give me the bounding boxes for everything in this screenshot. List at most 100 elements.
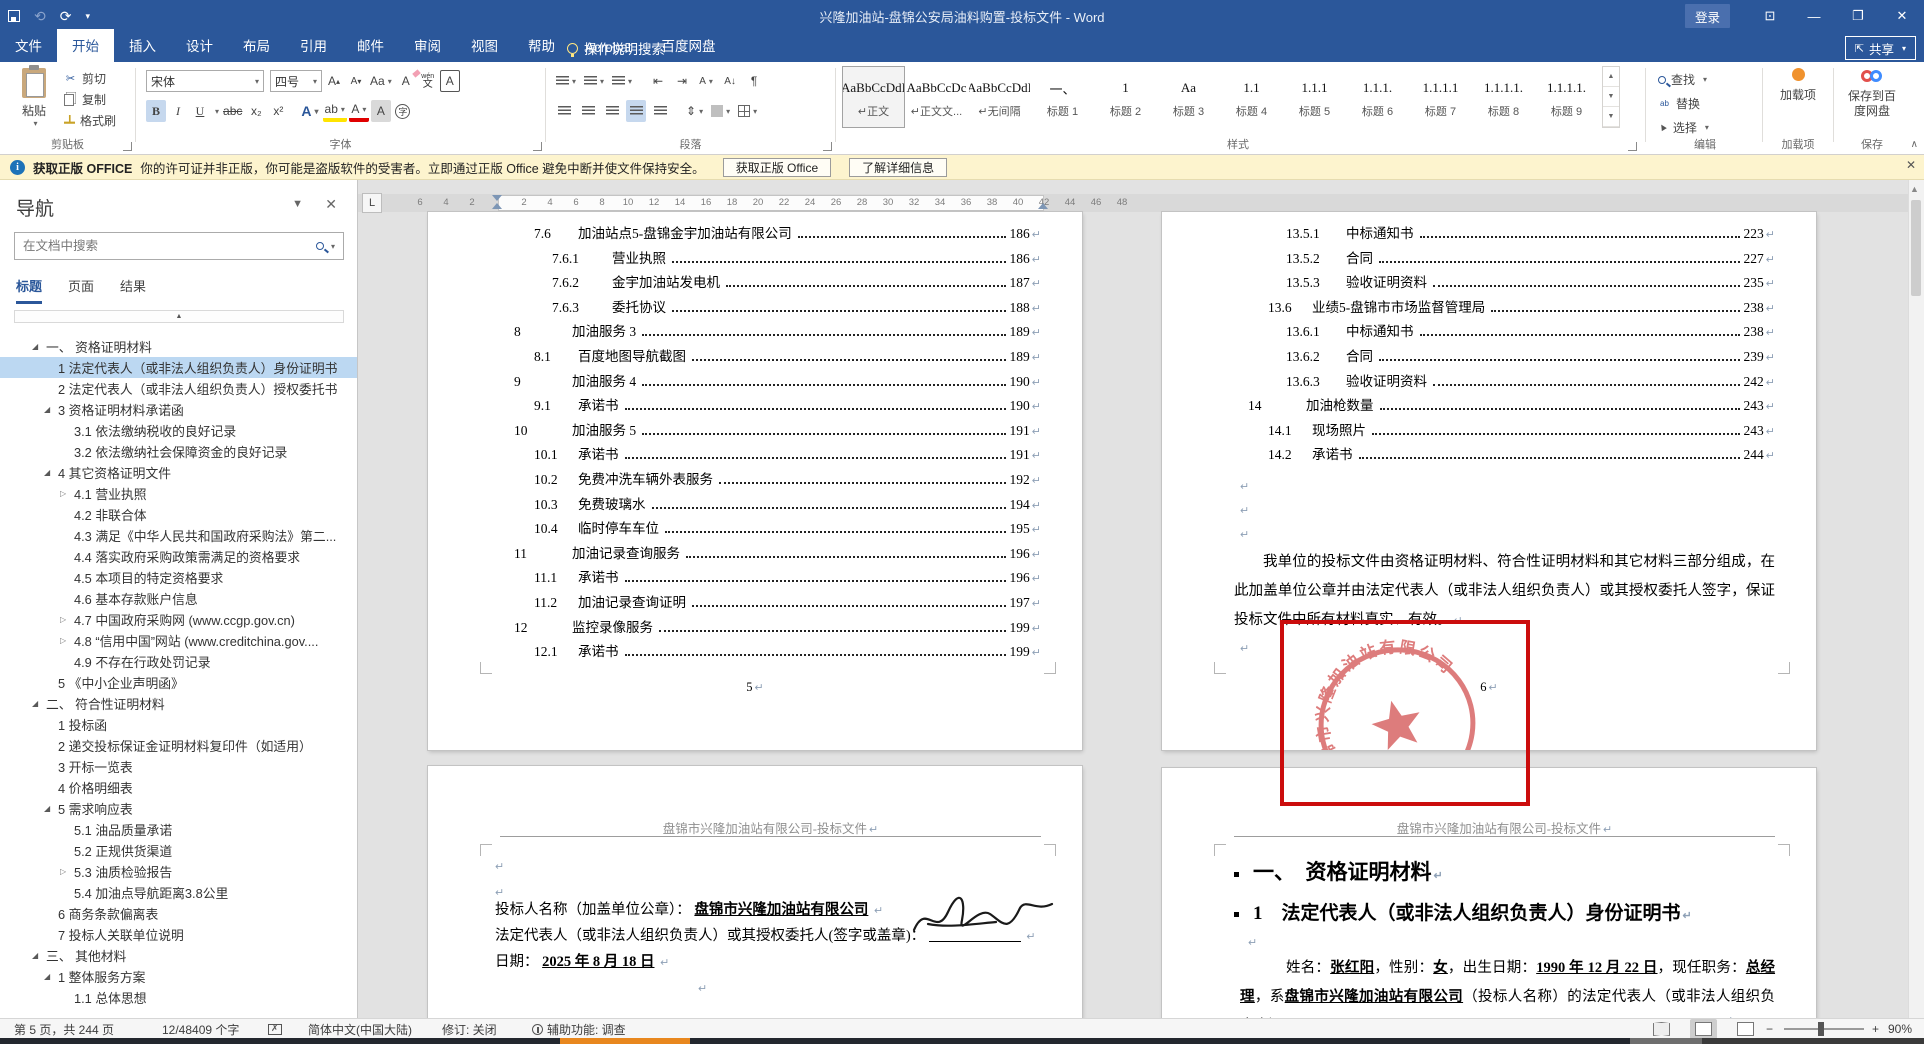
vertical-scrollbar[interactable]	[1908, 180, 1924, 1018]
page-7[interactable]: 盘锦市兴隆加油站有限公司-投标文件 ↵ ↵ ↵ 投标人名称（加盖单位公章）： 盘锦…	[428, 766, 1082, 1018]
customize-qat-icon[interactable]: ▾	[85, 11, 90, 21]
justify-button[interactable]	[626, 100, 646, 122]
accessibility-indicator[interactable]: 辅助功能: 调查	[532, 1019, 626, 1039]
toc-entry[interactable]: 14.2 承诺书 244 ↵	[1234, 443, 1775, 468]
nav-item[interactable]: 5.2 正规供货渠道	[0, 840, 357, 861]
gallery-up-icon[interactable]: ▲	[1603, 67, 1619, 87]
nav-item[interactable]: 4.8 “信用中国”网站 (www.creditchina.gov....	[0, 630, 357, 651]
read-mode-button[interactable]	[1648, 1019, 1675, 1039]
ribbon-tab[interactable]: 设计	[171, 29, 228, 62]
nav-item[interactable]: 4.4 落实政府采购政策需满足的资格要求	[0, 546, 357, 567]
chevron-down-icon[interactable]: ▾	[331, 242, 335, 251]
toc-entry[interactable]: 10.1 承诺书 191 ↵	[500, 443, 1041, 468]
select-button[interactable]: ▲ 选择 ▾	[1656, 117, 1709, 138]
ribbon-display-options-icon[interactable]: ⊡	[1748, 0, 1792, 32]
shrink-font-button[interactable]: A ▾	[346, 70, 366, 92]
nav-item[interactable]: 4 价格明细表	[0, 777, 357, 798]
nav-item[interactable]: 二、 符合性证明材料	[0, 693, 357, 714]
search-icon[interactable]	[315, 242, 324, 250]
zoom-level[interactable]: 90%	[1888, 1019, 1912, 1039]
language-indicator[interactable]: 简体中文(中国大陆)	[308, 1019, 412, 1039]
toc-entry[interactable]: 10 加油服务 5 191 ↵	[500, 419, 1041, 444]
style-item[interactable]: 1.1.1.1. 标题 8	[1472, 66, 1535, 128]
zoom-slider[interactable]	[1784, 1028, 1864, 1030]
expand-toggle-icon[interactable]	[44, 468, 58, 477]
ribbon-tab[interactable]: 视图	[456, 29, 513, 62]
nav-item[interactable]: 5.3 油质检验报告	[0, 861, 357, 882]
learn-more-button[interactable]: 了解详细信息	[849, 157, 948, 177]
zoom-slider-thumb[interactable]	[1818, 1022, 1824, 1036]
style-item[interactable]: AaBbCcDdI ↵无间隔	[968, 66, 1031, 128]
replace-button[interactable]: ab 替换	[1658, 93, 1700, 114]
nav-item[interactable]: 4.6 基本存款账户信息	[0, 588, 357, 609]
gallery-more-icon[interactable]: ▼	[1603, 107, 1619, 127]
nav-item[interactable]: 4.1 营业执照	[0, 483, 357, 504]
toc-entry[interactable]: 12 监控录像服务 199 ↵	[500, 616, 1041, 641]
ribbon-tab[interactable]: 审阅	[399, 29, 456, 62]
nav-item[interactable]: 4.9 不存在行政处罚记录	[0, 651, 357, 672]
nav-tab[interactable]: 结果	[120, 276, 146, 304]
expand-toggle-icon[interactable]	[44, 804, 58, 813]
toc-entry[interactable]: 7.6 加油站点5-盘锦金宇加油站有限公司 186 ↵	[500, 222, 1041, 247]
page-indicator[interactable]: 第 5 页，共 244 页	[14, 1019, 114, 1039]
expand-toggle-icon[interactable]	[60, 615, 74, 624]
proofing-icon[interactable]	[268, 1019, 282, 1039]
toc-entry[interactable]: 14 加油枪数量 243 ↵	[1234, 394, 1775, 419]
scroll-up-icon[interactable]: ▲	[1910, 184, 1919, 194]
text-effects-button[interactable]: A ▾	[299, 100, 320, 122]
align-left-button[interactable]	[554, 100, 574, 122]
nav-item[interactable]: 6 商务条款偏离表	[0, 903, 357, 924]
toc-entry[interactable]: 13.5.3 验收证明资料 235 ↵	[1234, 271, 1775, 296]
dialog-launcher-icon[interactable]	[123, 142, 132, 151]
line-spacing-button[interactable]: ⇕ ▾	[684, 100, 705, 122]
zoom-out-button[interactable]: −	[1766, 1019, 1773, 1039]
nav-item[interactable]: 1 投标函	[0, 714, 357, 735]
change-case-button[interactable]: Aa ▾	[368, 70, 394, 92]
toc-entry[interactable]: 7.6.1 营业执照 186 ↵	[500, 247, 1041, 272]
show-hide-marks-button[interactable]: ¶	[744, 70, 764, 92]
font-color-button[interactable]: A ▾	[348, 100, 369, 122]
nav-item[interactable]: 2 法定代表人（或非法人组织负责人）授权委托书	[0, 378, 357, 399]
bold-button[interactable]: B	[146, 100, 166, 122]
expand-toggle-icon[interactable]	[32, 951, 46, 960]
ribbon-tab[interactable]: 插入	[114, 29, 171, 62]
toc-entry[interactable]: 13.6.2 合同 239 ↵	[1234, 345, 1775, 370]
bidder-name-line[interactable]: 投标人名称（加盖单位公章）： 盘锦市兴隆加油站有限公司 ↵	[495, 898, 883, 919]
style-item[interactable]: 1.1.1. 标题 6	[1346, 66, 1409, 128]
toc-entry[interactable]: 7.6.3 委托协议 188 ↵	[500, 296, 1041, 321]
date-line[interactable]: 日期： 2025 年 8 月 18 日 ↵	[495, 950, 669, 971]
nav-item[interactable]: 3.1 依法缴纳税收的良好记录	[0, 420, 357, 441]
dialog-launcher-icon[interactable]	[1628, 142, 1637, 151]
expand-toggle-icon[interactable]	[44, 972, 58, 981]
expand-toggle-icon[interactable]	[60, 636, 74, 645]
style-item[interactable]: 一、 标题 1	[1031, 66, 1094, 128]
toc-entry[interactable]: 13.5.1 中标通知书 223 ↵	[1234, 222, 1775, 247]
section-heading-2[interactable]: 1 法定代表人（或非法人组织负责人）身份证明书 ↵	[1234, 898, 1692, 925]
align-center-button[interactable]	[578, 100, 598, 122]
nav-item[interactable]: 5.4 加油点导航距离3.8公里	[0, 882, 357, 903]
undo-icon[interactable]: ⟲	[34, 9, 46, 23]
get-genuine-button[interactable]: 获取正版 Office	[722, 157, 832, 177]
signin-button[interactable]: 登录	[1684, 4, 1730, 28]
nav-item[interactable]: 5 需求响应表	[0, 798, 357, 819]
style-item[interactable]: 1.1.1.1. 标题 9	[1535, 66, 1598, 128]
ribbon-tab[interactable]: 开始	[57, 29, 114, 62]
page-5[interactable]: 7.6 加油站点5-盘锦金宇加油站有限公司 186 ↵ 7.6.1 营业执照 1…	[428, 212, 1082, 750]
cut-button[interactable]: ✂ 剪切	[64, 68, 116, 89]
phonetic-guide-button[interactable]: wén 文	[418, 70, 438, 92]
enclose-characters-button[interactable]: 字	[393, 100, 413, 122]
toc-entry[interactable]: 7.6.2 金宇加油站发电机 187 ↵	[500, 271, 1041, 296]
nav-close-icon[interactable]: ✕	[325, 196, 337, 213]
character-shading-button[interactable]: A	[370, 100, 391, 122]
expand-toggle-icon[interactable]	[60, 489, 74, 498]
nav-item[interactable]: 3 资格证明材料承诺函	[0, 399, 357, 420]
dialog-launcher-icon[interactable]	[823, 142, 832, 151]
font-size-combo[interactable]: 四号 ▾	[270, 70, 322, 92]
search-input[interactable]	[15, 239, 316, 253]
underline-button[interactable]: U	[190, 100, 210, 122]
subscript-button[interactable]: x₂	[246, 100, 266, 122]
ribbon-tab[interactable]: 文件	[0, 29, 57, 62]
close-warning-icon[interactable]: ✕	[1906, 158, 1916, 172]
bullets-button[interactable]: ▾	[554, 70, 578, 92]
nav-item[interactable]: 5 《中小企业声明函》	[0, 672, 357, 693]
